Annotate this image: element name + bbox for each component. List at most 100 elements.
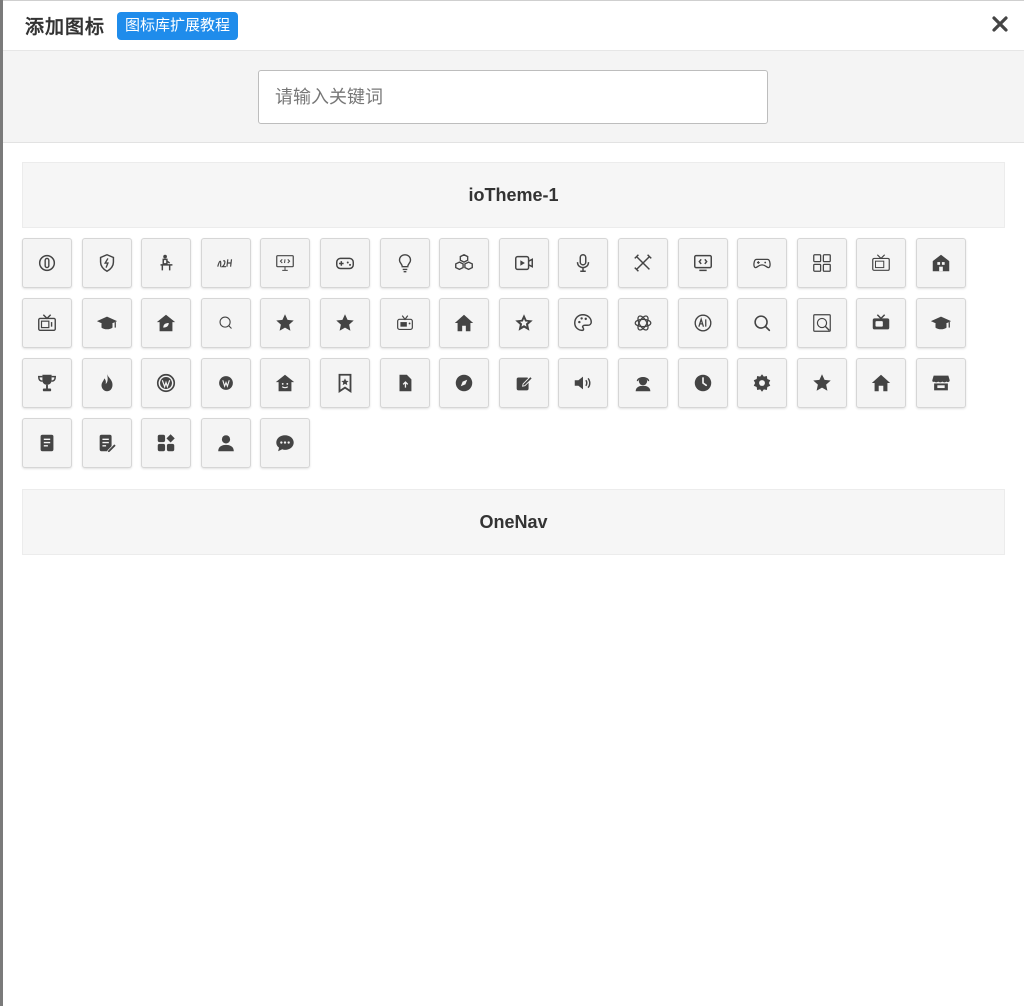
icon-option-button[interactable] [22, 358, 72, 408]
store-icon [930, 372, 952, 394]
icon-option-button[interactable] [558, 358, 609, 408]
icon-option-button[interactable] [81, 358, 132, 408]
gamepad-icon [334, 252, 356, 274]
wordpress-small-icon [215, 372, 237, 394]
group-header-onenav: OneNav [22, 489, 1005, 555]
icon-option-button[interactable] [22, 298, 72, 348]
icon-option-button[interactable] [677, 358, 728, 408]
icon-option-button[interactable] [856, 238, 907, 288]
icon-option-button[interactable] [737, 358, 788, 408]
icon-option-button[interactable] [200, 418, 251, 468]
icon-option-button[interactable] [22, 238, 72, 288]
house-smile-icon [274, 372, 296, 394]
icon-option-button[interactable] [617, 238, 668, 288]
info-circle-icon [36, 252, 58, 274]
icon-option-button[interactable] [81, 418, 132, 468]
icon-option-button[interactable] [439, 358, 490, 408]
icon-option-button[interactable] [915, 358, 966, 408]
speaker-icon [572, 372, 594, 394]
icon-option-button[interactable] [915, 298, 966, 348]
icon-option-button[interactable] [260, 298, 311, 348]
close-icon[interactable] [990, 14, 1010, 34]
tv-small-icon [394, 312, 416, 334]
icon-option-button[interactable] [796, 298, 847, 348]
icon-option-button[interactable] [260, 418, 311, 468]
icon-option-button[interactable] [81, 238, 132, 288]
video-play-icon [513, 252, 535, 274]
chat-bubble-icon [274, 432, 296, 454]
icon-option-button[interactable] [81, 298, 132, 348]
icon-option-button[interactable] [617, 298, 668, 348]
icon-option-button[interactable] [260, 358, 311, 408]
trophy-icon [36, 372, 58, 394]
icon-option-button[interactable] [141, 418, 192, 468]
add-icon-dialog: 添加图标 图标库扩展教程 ioTheme-1 OneNav [3, 0, 1024, 1006]
fire-icon [96, 372, 118, 394]
icon-option-button[interactable] [200, 238, 251, 288]
document-edit-icon [96, 432, 118, 454]
icon-option-button[interactable] [200, 358, 251, 408]
icon-option-button[interactable] [737, 238, 788, 288]
icon-option-button[interactable] [498, 238, 549, 288]
apps-icon [155, 432, 177, 454]
dialog-title: 添加图标 [25, 17, 106, 38]
icon-option-button[interactable] [677, 298, 728, 348]
star-icon [274, 312, 296, 334]
grid-icon [811, 252, 833, 274]
icon-option-button[interactable] [915, 238, 966, 288]
clock-icon [692, 372, 714, 394]
search-icon [751, 312, 773, 334]
icon-option-button[interactable] [796, 238, 847, 288]
icon-library: ioTheme-1 OneNav [3, 143, 1024, 576]
search-input[interactable] [258, 70, 768, 124]
microphone-icon [572, 252, 594, 274]
bookmark-star-icon [334, 372, 356, 394]
icon-option-button[interactable] [319, 298, 370, 348]
lightbulb-icon [394, 252, 416, 274]
user-headset-icon [632, 372, 654, 394]
icon-option-button[interactable] [677, 238, 728, 288]
icon-option-button[interactable] [260, 238, 311, 288]
openai-icon [632, 312, 654, 334]
group-header-iotheme: ioTheme-1 [22, 162, 1005, 228]
icon-option-button[interactable] [498, 298, 549, 348]
icon-option-button[interactable] [439, 238, 490, 288]
icon-option-button[interactable] [141, 298, 192, 348]
graduation-cap-icon [930, 312, 952, 334]
icon-option-button[interactable] [319, 238, 370, 288]
user-icon [215, 432, 237, 454]
icon-option-button[interactable] [737, 298, 788, 348]
icon-option-button[interactable] [379, 298, 430, 348]
icon-option-button[interactable] [319, 358, 370, 408]
star-icon [334, 312, 356, 334]
icon-option-button[interactable] [617, 358, 668, 408]
icon-option-button[interactable] [141, 238, 192, 288]
tutorial-link-badge[interactable]: 图标库扩展教程 [117, 11, 239, 40]
icon-option-button[interactable] [22, 418, 72, 468]
file-upload-icon [394, 372, 416, 394]
search-small-icon [215, 312, 237, 334]
icon-option-button[interactable] [379, 238, 430, 288]
shield-bolt-icon [96, 252, 118, 274]
wordpress-icon [155, 372, 177, 394]
icon-grid-iotheme [22, 228, 982, 489]
star-outline-icon [513, 312, 535, 334]
home-building-icon [930, 252, 952, 274]
icon-option-button[interactable] [379, 358, 430, 408]
house-icon [453, 312, 475, 334]
dialog-header: 添加图标 图标库扩展教程 [3, 1, 1024, 51]
icon-option-button[interactable] [558, 238, 609, 288]
icon-option-button[interactable] [796, 358, 847, 408]
icon-option-button[interactable] [141, 358, 192, 408]
icon-option-button[interactable] [498, 358, 549, 408]
ai-circle-icon [692, 312, 714, 334]
icon-option-button[interactable] [856, 358, 907, 408]
icon-option-button[interactable] [856, 298, 907, 348]
icon-option-button[interactable] [558, 298, 609, 348]
document-icon [36, 432, 58, 454]
compass-icon [453, 372, 475, 394]
icon-option-button[interactable] [200, 298, 251, 348]
icon-option-button[interactable] [439, 298, 490, 348]
star-icon [811, 372, 833, 394]
house-leaf-icon [155, 312, 177, 334]
